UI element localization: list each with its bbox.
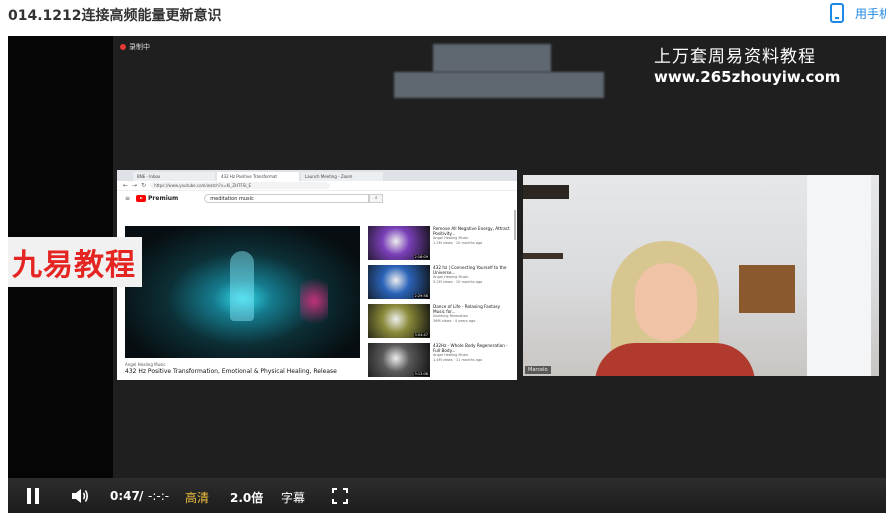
background-window: [807, 175, 871, 376]
recommendation-info: Remove All Negative Energy, Attract Posi…: [433, 226, 513, 264]
recommendation-duration: 3:04:47: [413, 333, 429, 337]
webcam-feed: Marcelo: [523, 175, 879, 376]
youtube-header: ≡ Premium meditation music ⌕: [117, 191, 517, 206]
browser-scrollbar[interactable]: [514, 210, 516, 240]
forward-icon[interactable]: →: [132, 182, 137, 189]
browser-address-bar: ← → ↻ https://www.youtube.com/watch?v=Ki…: [117, 181, 517, 191]
subtitles-button[interactable]: 字幕: [281, 489, 305, 506]
back-icon[interactable]: ←: [123, 182, 128, 189]
url-field[interactable]: https://www.youtube.com/watch?v=Ki_ZHTFS…: [150, 182, 331, 189]
main-video-title: 432 Hz Positive Transformation, Emotiona…: [125, 368, 337, 375]
watermark-url: www.265zhouyiw.com: [654, 68, 841, 86]
person-face: [635, 263, 697, 341]
recommendation-item[interactable]: 3:04:47 Dance of Life - Relaxing Fantasy …: [368, 304, 513, 342]
recommendation-thumbnail[interactable]: 3:04:47: [368, 304, 430, 338]
phone-watch-link[interactable]: 用手机: [855, 5, 886, 22]
recommendation-meta: 1.4M views · 11 months ago: [433, 357, 483, 362]
main-video-channel: Angel Healing Music: [125, 362, 166, 367]
menu-icon[interactable]: ≡: [125, 195, 130, 202]
total-time: -:-:-: [148, 489, 170, 503]
youtube-search-input[interactable]: meditation music: [204, 194, 370, 203]
blurred-region-bottom: [394, 72, 604, 98]
shared-browser-window: BNE - Inbox 432 Hz Positive Transformat …: [117, 170, 517, 380]
browser-tab-bar: BNE - Inbox 432 Hz Positive Transformat …: [117, 170, 517, 181]
fullscreen-icon: [332, 488, 348, 504]
watermark-cn: 上万套周易资料教程: [654, 47, 816, 67]
phone-icon[interactable]: [830, 3, 844, 23]
recommendation-thumbnail[interactable]: 3:13:06: [368, 343, 430, 377]
quality-button[interactable]: 高清: [185, 489, 209, 506]
video-player[interactable]: 录制中 上万套周易资料教程 www.265zhouyiw.com BNE - I…: [8, 36, 886, 513]
browser-tab[interactable]: BNE - Inbox: [133, 172, 215, 181]
time-separator: /: [139, 489, 144, 503]
reload-icon[interactable]: ↻: [141, 182, 146, 189]
recommendation-meta: 1.2M views · 10 months ago: [433, 240, 483, 245]
recommendation-title: 432Hz - Whole Body Regeneration - Full B…: [433, 343, 508, 353]
recommendation-list: 2:16:09 Remove All Negative Energy, Attra…: [368, 226, 513, 380]
background-furniture: [739, 265, 795, 313]
page-root: 014.1212连接高频能量更新意识 用手机 录制中 上万套周易资料教程 www…: [0, 0, 886, 513]
recommendation-thumbnail[interactable]: 2:29:58: [368, 265, 430, 299]
current-time: 0:47: [110, 489, 140, 503]
search-icon[interactable]: ⌕: [369, 194, 384, 203]
participant-name: Marcelo: [525, 366, 551, 374]
recording-dot-icon: [120, 44, 126, 50]
recommendation-duration: 3:13:06: [413, 372, 429, 376]
recommendation-item[interactable]: 2:29:58 432 hz | Connecting Yourself to t…: [368, 265, 513, 303]
recommendation-meta: 36M views · 4 years ago: [433, 318, 476, 323]
recommendation-thumbnail[interactable]: 2:16:09: [368, 226, 430, 260]
fullscreen-button[interactable]: [332, 488, 348, 504]
recommendation-title: 432 hz | Connecting Yourself to the Univ…: [433, 265, 507, 275]
brand-watermark: 九易教程: [8, 237, 142, 287]
recording-label: 录制中: [129, 43, 150, 51]
youtube-logo-icon[interactable]: [136, 195, 147, 202]
blurred-region-top: [433, 44, 551, 72]
recommendation-duration: 2:29:58: [413, 294, 429, 298]
recommendation-item[interactable]: 2:16:09 Remove All Negative Energy, Attra…: [368, 226, 513, 264]
person-body: [595, 343, 755, 376]
recommendation-info: 432Hz - Whole Body Regeneration - Full B…: [433, 343, 513, 380]
recommendation-title: Remove All Negative Energy, Attract Posi…: [433, 226, 510, 236]
page-title: 014.1212连接高频能量更新意识: [8, 8, 222, 24]
recording-badge: 录制中: [120, 42, 150, 52]
speaker-icon: [72, 489, 89, 503]
background-shelf: [523, 185, 569, 199]
browser-tab-active[interactable]: 432 Hz Positive Transformat: [217, 172, 299, 181]
recommendation-info: 432 hz | Connecting Yourself to the Univ…: [433, 265, 513, 303]
youtube-premium-label: Premium: [148, 195, 179, 202]
recommendation-meta: 3.2M views · 10 months ago: [433, 279, 483, 284]
speed-button[interactable]: 2.0倍: [230, 489, 263, 506]
recommendation-title: Dance of Life - Relaxing Fantasy Music f…: [433, 304, 501, 314]
recommendation-duration: 2:16:09: [413, 255, 429, 259]
recommendation-info: Dance of Life - Relaxing Fantasy Music f…: [433, 304, 513, 342]
pause-button[interactable]: [26, 488, 40, 504]
recommendation-item[interactable]: 3:13:06 432Hz - Whole Body Regeneration -…: [368, 343, 513, 380]
volume-icon[interactable]: [70, 487, 90, 505]
player-controls: 0:47 / -:-:- 高清 2.0倍 字幕: [8, 478, 886, 513]
browser-tab[interactable]: Launch Meeting - Zoom: [301, 172, 383, 181]
background-shelf-lower: [523, 253, 563, 259]
top-bar: 014.1212连接高频能量更新意识 用手机: [0, 0, 886, 36]
main-video-frame[interactable]: [125, 226, 360, 358]
